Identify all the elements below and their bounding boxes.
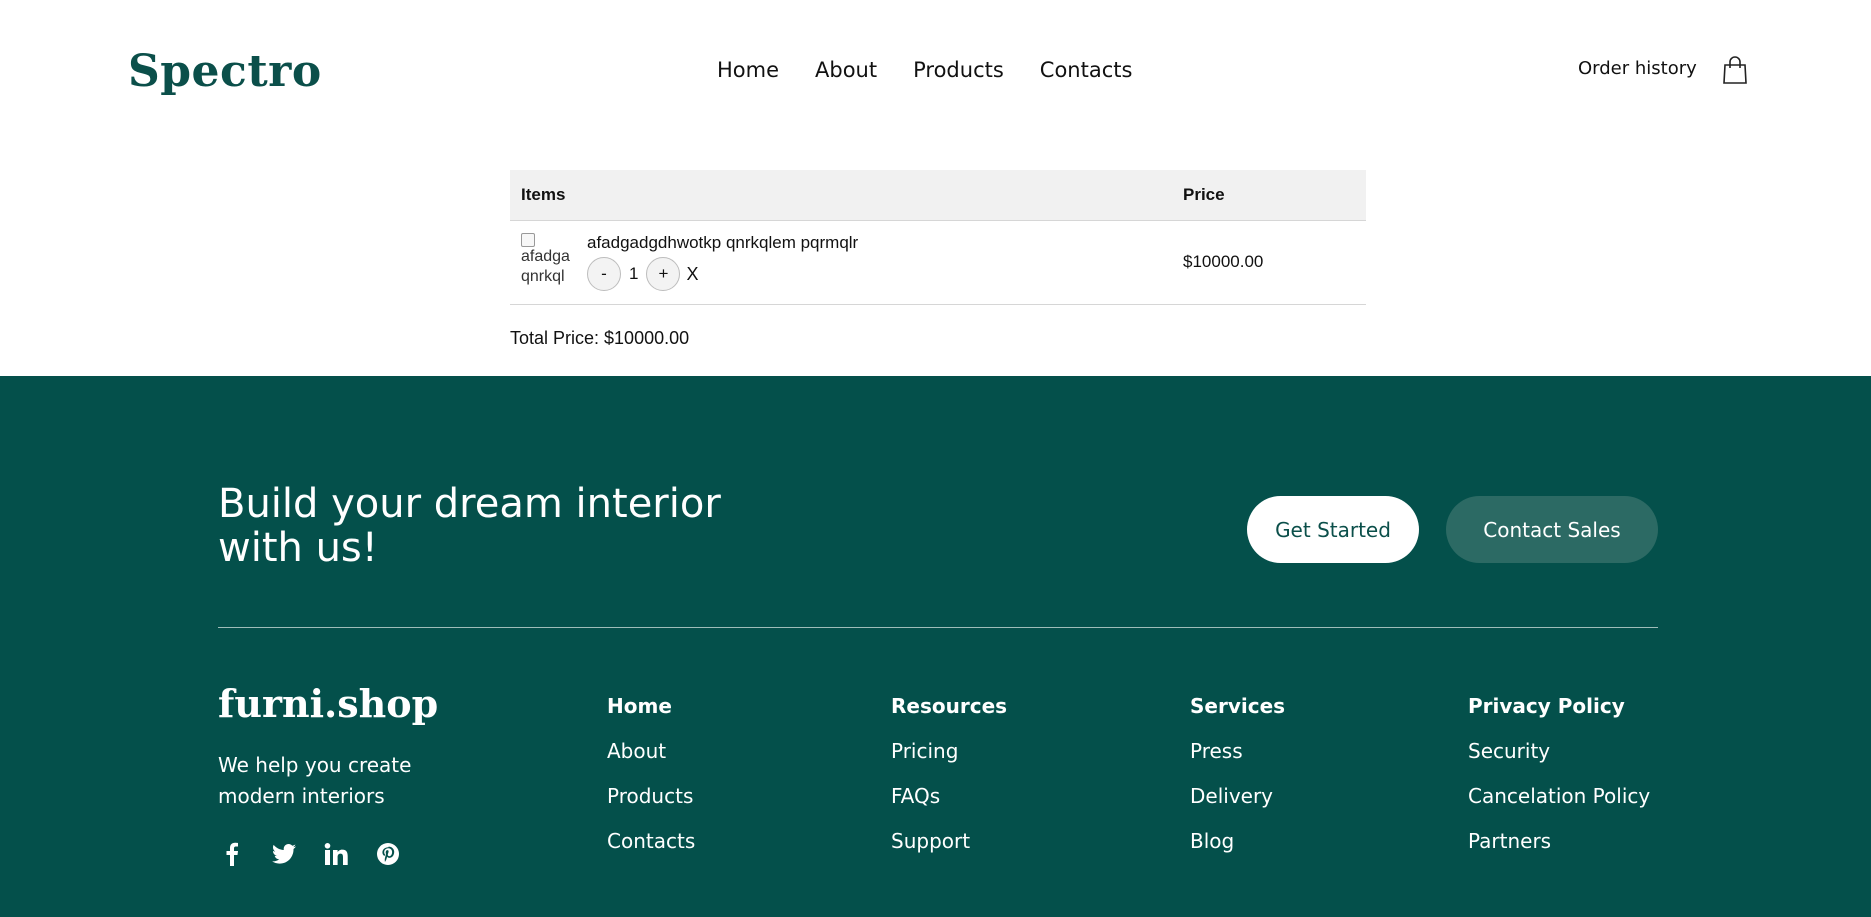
table-row: afadga qnrkql afadgadgdhwotkp qnrkqlem p…	[510, 220, 1366, 305]
footer-link-press[interactable]: Press	[1190, 739, 1285, 763]
footer-link-security[interactable]: Security	[1468, 739, 1650, 763]
product-name: afadgadgdhwotkp qnrkqlem pqrmqlr	[587, 233, 859, 252]
footer-link-partners[interactable]: Partners	[1468, 829, 1650, 853]
footer-link-about[interactable]: About	[607, 739, 695, 763]
site-footer: Build your dream interior with us! Get S…	[0, 376, 1871, 917]
linkedin-icon[interactable]	[322, 840, 350, 868]
footer-column-1: Home About Products Contacts	[607, 694, 695, 853]
get-started-button[interactable]: Get Started	[1247, 496, 1419, 563]
items-column-header: Items	[510, 170, 1172, 221]
decrease-quantity-button[interactable]: -	[587, 257, 621, 291]
footer-link-products[interactable]: Products	[607, 784, 695, 808]
footer-tagline: We help you create modern interiors	[218, 753, 412, 808]
footer-column-2: Resources Pricing FAQs Support	[891, 694, 1007, 853]
facebook-icon[interactable]	[218, 840, 246, 868]
cart-item: afadga qnrkql afadgadgdhwotkp qnrkqlem p…	[521, 233, 1161, 291]
product-image: afadga qnrkql	[521, 233, 577, 289]
footer-link-services[interactable]: Services	[1190, 694, 1285, 718]
remove-item-button[interactable]: X	[686, 264, 698, 285]
broken-image-icon	[521, 233, 535, 247]
footer-link-cancelation-policy[interactable]: Cancelation Policy	[1468, 784, 1650, 808]
nav-contacts-link[interactable]: Contacts	[1040, 58, 1133, 82]
footer-divider	[218, 627, 1658, 628]
footer-link-blog[interactable]: Blog	[1190, 829, 1285, 853]
contact-sales-button[interactable]: Contact Sales	[1446, 496, 1658, 563]
footer-column-4: Privacy Policy Security Cancelation Poli…	[1468, 694, 1650, 853]
cta-title: Build your dream interior with us!	[218, 481, 721, 571]
product-image-alt-2: qnrkql	[521, 268, 565, 285]
nav-products-link[interactable]: Products	[913, 58, 1004, 82]
table-header-row: Items Price	[510, 170, 1366, 221]
increase-quantity-button[interactable]: +	[646, 257, 681, 291]
footer-link-contacts[interactable]: Contacts	[607, 829, 695, 853]
footer-link-resources[interactable]: Resources	[891, 694, 1007, 718]
footer-link-privacy-policy[interactable]: Privacy Policy	[1468, 694, 1650, 718]
shopping-bag-icon[interactable]	[1722, 56, 1748, 84]
footer-link-faqs[interactable]: FAQs	[891, 784, 1007, 808]
footer-link-home[interactable]: Home	[607, 694, 695, 718]
social-links	[218, 840, 402, 868]
footer-link-pricing[interactable]: Pricing	[891, 739, 1007, 763]
cart-table: Items Price afadga qnrkql afadgadgdhwotk…	[510, 170, 1366, 305]
footer-link-delivery[interactable]: Delivery	[1190, 784, 1285, 808]
product-image-alt: afadga	[521, 248, 570, 265]
order-history-link[interactable]: Order history	[1578, 58, 1697, 79]
site-header: Spectro Home About Products Contacts Ord…	[0, 0, 1871, 140]
nav-home-link[interactable]: Home	[717, 58, 779, 82]
footer-brand[interactable]: furni.shop	[218, 681, 438, 726]
total-price: Total Price: $10000.00	[510, 328, 690, 348]
footer-column-3: Services Press Delivery Blog	[1190, 694, 1285, 853]
footer-link-support[interactable]: Support	[891, 829, 1007, 853]
main-nav: Home About Products Contacts	[717, 58, 1132, 82]
quantity-value: 1	[629, 264, 639, 283]
site-logo[interactable]: Spectro	[128, 46, 322, 97]
pinterest-icon[interactable]	[374, 840, 402, 868]
nav-about-link[interactable]: About	[815, 58, 877, 82]
twitter-icon[interactable]	[270, 840, 298, 868]
price-column-header: Price	[1172, 170, 1366, 221]
item-price: $10000.00	[1172, 220, 1366, 305]
quantity-stepper: - 1 + X	[587, 257, 858, 291]
